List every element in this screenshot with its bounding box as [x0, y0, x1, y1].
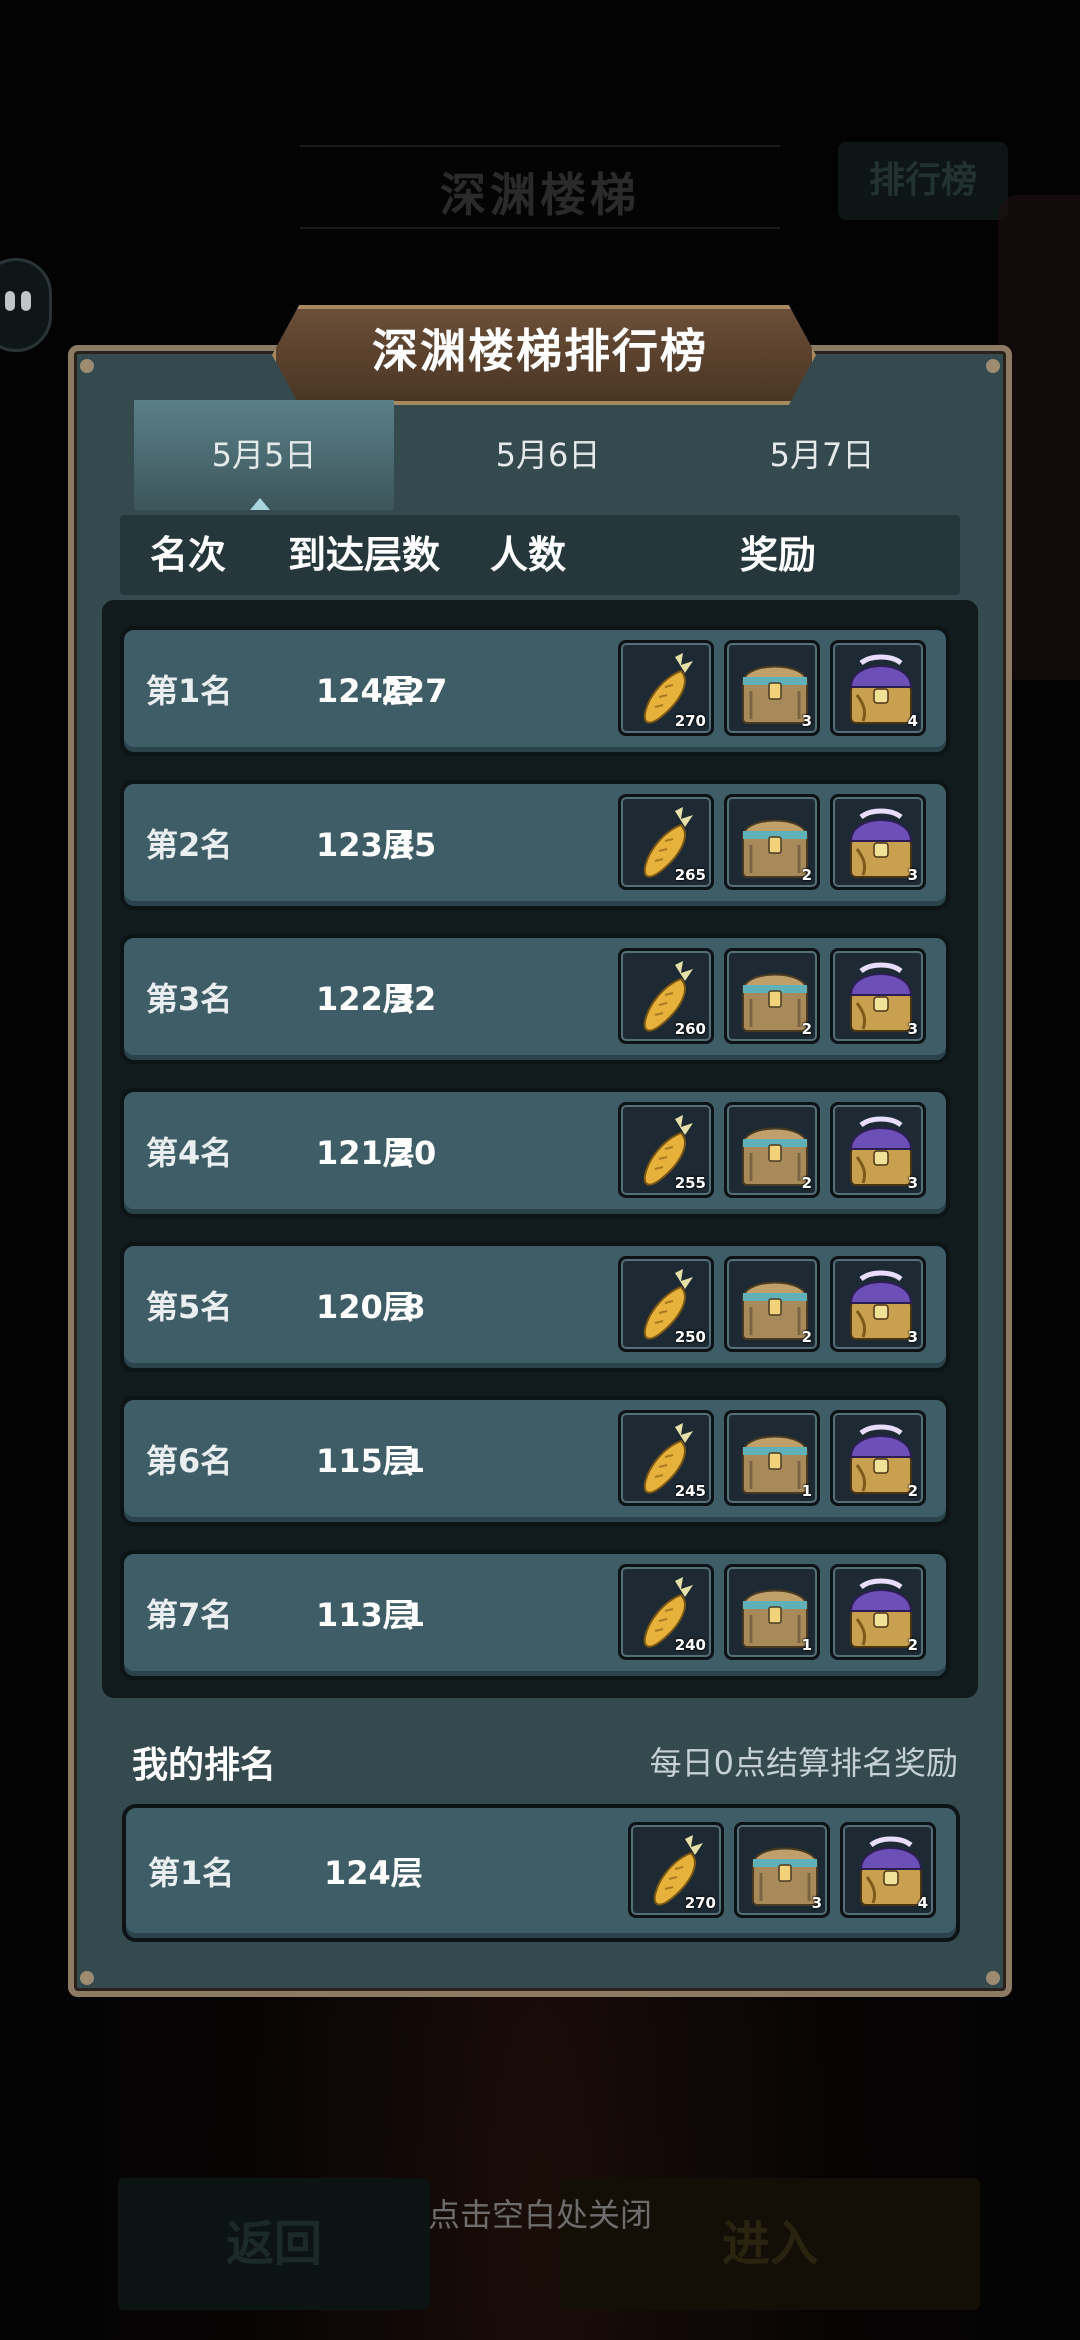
side-chat-icon[interactable]: [0, 258, 52, 352]
ranking-row[interactable]: 第5名 120层 8 250 2 3: [120, 1242, 950, 1372]
row-rank: 第2名: [146, 826, 233, 864]
row-rank: 第7名: [146, 1596, 233, 1634]
reward-slot[interactable]: 260: [618, 948, 714, 1044]
column-header-rank: 名次: [150, 533, 227, 577]
column-header-reward: 奖励: [740, 533, 817, 577]
row-player-count: 20: [391, 1134, 437, 1172]
reward-quantity: 2: [801, 1020, 812, 1038]
row-rank: 第6名: [146, 1442, 233, 1480]
reward-slot[interactable]: 240: [618, 1564, 714, 1660]
column-header-count: 人数: [490, 533, 567, 577]
reward-quantity: 3: [907, 1328, 918, 1346]
ranking-row[interactable]: 第6名 115层 1 245 1 2: [120, 1396, 950, 1526]
tab-may-5[interactable]: 5月5日: [134, 400, 394, 510]
row-player-count: 1: [402, 1442, 426, 1480]
background-title-bar: 深渊楼梯: [300, 145, 780, 229]
reward-slot[interactable]: 265: [618, 794, 714, 890]
reward-quantity: 270: [684, 1894, 716, 1912]
settlement-note: 每日0点结算排名奖励: [649, 1744, 958, 1782]
row-player-count: 227: [380, 672, 448, 710]
reward-slot[interactable]: 2: [724, 794, 820, 890]
reward-slot[interactable]: 3: [830, 794, 926, 890]
reward-quantity: 270: [674, 712, 706, 730]
reward-quantity: 3: [907, 1174, 918, 1192]
reward-slot[interactable]: 245: [618, 1410, 714, 1506]
reward-slot[interactable]: 2: [724, 948, 820, 1044]
reward-slot[interactable]: 3: [734, 1822, 830, 1918]
active-tab-indicator: [250, 498, 270, 510]
reward-slot[interactable]: 4: [840, 1822, 936, 1918]
reward-quantity: 3: [801, 712, 812, 730]
reward-slot[interactable]: 255: [618, 1102, 714, 1198]
reward-quantity: 2: [801, 866, 812, 884]
reward-slot[interactable]: 3: [830, 1102, 926, 1198]
reward-slot[interactable]: 270: [628, 1822, 724, 1918]
reward-quantity: 255: [674, 1174, 706, 1192]
reward-quantity: 1: [801, 1636, 812, 1654]
reward-slot[interactable]: 2: [724, 1102, 820, 1198]
my-rank-row[interactable]: 第1名 124层 270 3 4: [122, 1804, 960, 1942]
ranking-row[interactable]: 第4名 121层 20 255 2 3: [120, 1088, 950, 1218]
reward-slot[interactable]: 1: [724, 1564, 820, 1660]
panel-corner-rivet: [986, 1971, 1000, 1985]
reward-quantity: 2: [801, 1328, 812, 1346]
reward-quantity: 265: [674, 866, 706, 884]
reward-slot[interactable]: 3: [830, 1256, 926, 1352]
reward-quantity: 260: [674, 1020, 706, 1038]
row-player-count: 8: [402, 1288, 426, 1326]
panel-corner-rivet: [80, 1971, 94, 1985]
panel-corner-rivet: [80, 359, 94, 373]
panel-title: 深渊楼梯排行榜: [372, 324, 708, 378]
row-player-count: 32: [391, 980, 437, 1018]
reward-quantity: 240: [674, 1636, 706, 1654]
row-player-count: 1: [402, 1596, 426, 1634]
tab-may-7[interactable]: 5月7日: [692, 400, 952, 510]
table-header: 名次 到达层数 人数 奖励: [120, 515, 960, 595]
reward-quantity: 2: [907, 1482, 918, 1500]
reward-quantity: 250: [674, 1328, 706, 1346]
ranking-row[interactable]: 第3名 122层 32 260 2 3: [120, 934, 950, 1064]
reward-slot[interactable]: 2: [724, 1256, 820, 1352]
reward-slot[interactable]: 2: [830, 1564, 926, 1660]
ranking-row[interactable]: 第2名 123层 45 265 2 3: [120, 780, 950, 910]
ranking-row[interactable]: 第7名 113层 1 240 1 2: [120, 1550, 950, 1680]
reward-quantity: 2: [907, 1636, 918, 1654]
row-rank: 第4名: [146, 1134, 233, 1172]
my-rank-floor: 124层: [324, 1854, 423, 1892]
reward-quantity: 2: [801, 1174, 812, 1192]
my-rank-title: 我的排名: [132, 1745, 277, 1786]
row-rank: 第5名: [146, 1288, 233, 1326]
reward-slot[interactable]: 2: [830, 1410, 926, 1506]
screen-title: 深渊楼梯: [440, 168, 640, 222]
reward-quantity: 4: [917, 1894, 928, 1912]
ranking-row[interactable]: 第1名 124层 227 270 3 4: [120, 626, 950, 756]
row-rank: 第3名: [146, 980, 233, 1018]
reward-slot[interactable]: 3: [724, 640, 820, 736]
reward-quantity: 4: [907, 712, 918, 730]
reward-slot[interactable]: 1: [724, 1410, 820, 1506]
reward-slot[interactable]: 4: [830, 640, 926, 736]
row-player-count: 45: [391, 826, 437, 864]
reward-quantity: 245: [674, 1482, 706, 1500]
leaderboard-button[interactable]: 排行榜: [838, 142, 1008, 220]
reward-slot[interactable]: 250: [618, 1256, 714, 1352]
tab-may-6[interactable]: 5月6日: [418, 400, 678, 510]
reward-quantity: 3: [811, 1894, 822, 1912]
my-rank-position: 第1名: [148, 1854, 235, 1892]
reward-quantity: 1: [801, 1482, 812, 1500]
close-hint: 点击空白处关闭: [427, 2196, 652, 2234]
column-header-floor: 到达层数: [288, 533, 441, 577]
reward-slot[interactable]: 3: [830, 948, 926, 1044]
reward-quantity: 3: [907, 866, 918, 884]
panel-corner-rivet: [986, 359, 1000, 373]
row-rank: 第1名: [146, 672, 233, 710]
reward-slot[interactable]: 270: [618, 640, 714, 736]
reward-quantity: 3: [907, 1020, 918, 1038]
